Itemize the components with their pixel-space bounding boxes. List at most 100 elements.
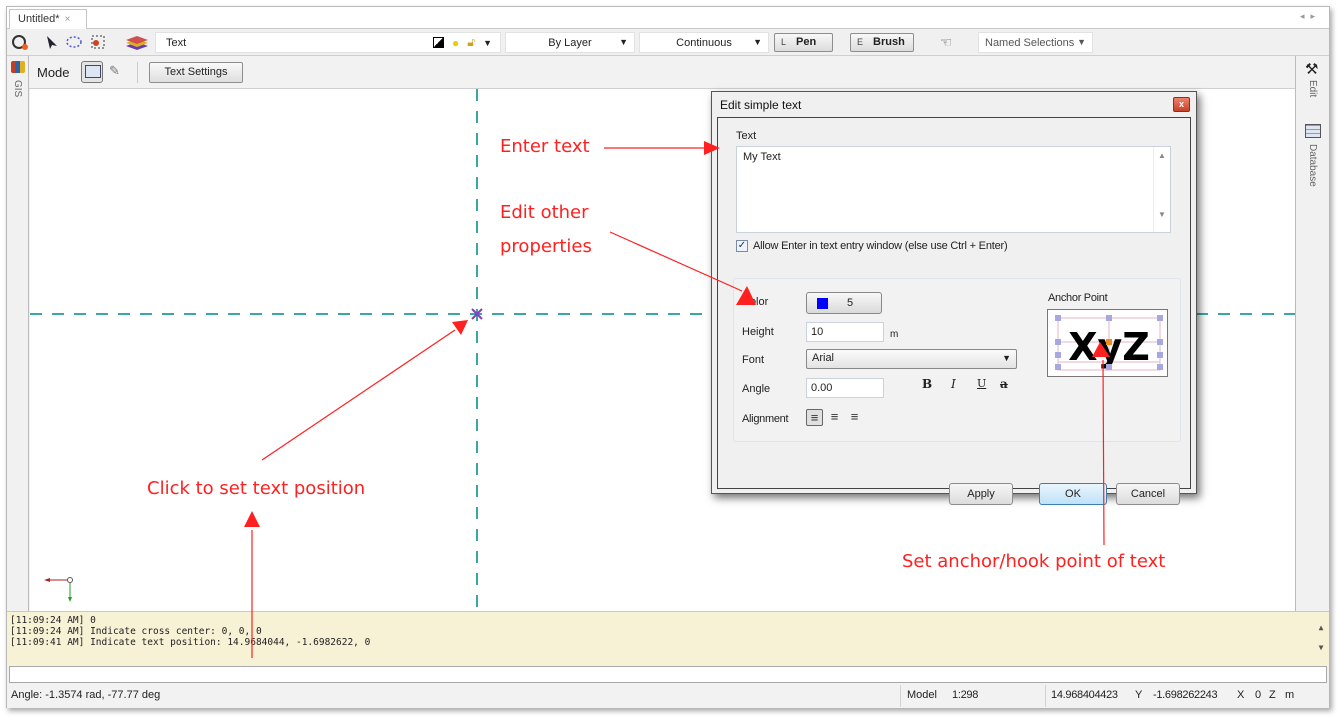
height-unit: m	[890, 329, 899, 340]
cancel-button[interactable]: Cancel	[1116, 483, 1180, 505]
text-settings-button[interactable]: Text Settings	[149, 62, 243, 83]
cad-application-window: Untitled* × ◂▸ Text ● 🔓︎ ▼ By Layer ▼ Co…	[6, 6, 1330, 708]
angle-label: Angle	[742, 383, 771, 395]
brush-label: Brush	[873, 36, 905, 48]
z-coordinate-value: 0	[1255, 689, 1262, 701]
text-entry-scrollbar[interactable]: ▲ ▼	[1153, 147, 1170, 232]
layer-fill-icon[interactable]	[433, 37, 445, 48]
command-history-log: [11:09:24 AM] 0 [11:09:24 AM] Indicate c…	[7, 611, 1329, 665]
chevron-down-icon[interactable]: ▼	[483, 38, 492, 48]
anchor-point-picker[interactable]: XyZ	[1047, 309, 1168, 377]
italic-button[interactable]: I	[951, 377, 956, 391]
document-tab-label: Untitled*	[18, 13, 60, 25]
selected-anchor-handle	[1106, 339, 1112, 345]
color-value: 5	[847, 297, 854, 309]
dialog-body: Text My Text ▲ ▼ ✓ Allow Enter in text en…	[717, 117, 1191, 505]
angle-input[interactable]: 0.00	[806, 378, 884, 398]
close-tab-icon[interactable]: ×	[65, 14, 71, 25]
font-value: Arial	[812, 352, 835, 364]
log-line: [11:09:41 AM] Indicate text position: 14…	[10, 637, 371, 648]
dialog-title: Edit simple text	[720, 98, 802, 112]
color-label: Color	[742, 296, 769, 308]
line-type-dropdown[interactable]: Continuous ▼	[639, 32, 769, 53]
height-input[interactable]: 10	[806, 322, 884, 342]
x-coordinate-label: X	[1237, 689, 1245, 701]
y-coordinate-label: Y	[1135, 689, 1143, 701]
select-window-icon[interactable]	[89, 33, 107, 51]
toolbar-separator	[137, 62, 138, 83]
text-mode-button[interactable]	[81, 61, 103, 83]
align-center-icon[interactable]: ≡	[826, 409, 843, 426]
edit-tools-icon[interactable]: ⚒	[1305, 60, 1318, 78]
apply-button[interactable]: Apply	[949, 483, 1013, 505]
snap-icon[interactable]	[11, 33, 29, 51]
current-layer-dropdown[interactable]: Text ● 🔓︎ ▼	[155, 32, 501, 53]
font-dropdown[interactable]: Arial ▼	[806, 349, 1017, 369]
status-separator	[1045, 685, 1046, 707]
database-icon[interactable]	[1305, 124, 1321, 138]
text-edit-mode-icon[interactable]: ✎	[109, 63, 120, 79]
status-separator	[900, 685, 901, 707]
document-tab-untitled[interactable]: Untitled* ×	[9, 9, 87, 29]
alignment-label: Alignment	[742, 413, 789, 425]
underline-button[interactable]: U	[977, 377, 986, 390]
chevron-down-icon: ▼	[753, 37, 762, 47]
mode-label: Mode	[37, 65, 70, 80]
log-scrollbar[interactable]: ▲ ▼	[1315, 618, 1327, 658]
strikethrough-button[interactable]: a	[1000, 377, 1008, 391]
ok-button[interactable]: OK	[1039, 483, 1107, 505]
allow-enter-checkbox[interactable]: ✓	[736, 240, 748, 252]
color-picker-button[interactable]: 5	[806, 292, 882, 314]
mode-bar: Mode ✎ Text Settings	[29, 56, 1295, 89]
brush-button[interactable]: E Brush	[850, 33, 914, 52]
database-tab[interactable]: Database	[1307, 144, 1318, 187]
pen-label: Pen	[796, 36, 817, 48]
log-line: [11:09:24 AM] Indicate cross center: 0, …	[10, 626, 262, 637]
bold-button[interactable]: B	[922, 377, 932, 391]
named-selections-value: Named Selections	[985, 37, 1075, 49]
lock-icon[interactable]: 🔓︎	[467, 35, 475, 50]
space-mode[interactable]: Model	[907, 689, 937, 701]
command-input[interactable]	[9, 666, 1327, 683]
dialog-close-button[interactable]: x	[1173, 97, 1190, 112]
line-color-dropdown[interactable]: By Layer ▼	[505, 32, 635, 53]
text-entry-value: My Text	[743, 151, 781, 163]
status-bar: Angle: -1.3574 rad, -77.77 deg Model 1:2…	[7, 684, 1329, 708]
tab-scroll-arrows-icon[interactable]: ◂▸	[1300, 11, 1321, 22]
named-selections-dropdown[interactable]: Named Selections ▼	[978, 32, 1093, 53]
edit-simple-text-dialog: Edit simple text x Text My Text ▲ ▼ ✓ All…	[711, 91, 1197, 505]
layers-icon[interactable]	[124, 33, 150, 51]
gis-tab[interactable]: GIS	[12, 80, 23, 97]
edit-tab[interactable]: Edit	[1307, 80, 1318, 97]
gis-icon[interactable]	[11, 61, 25, 73]
units-label: m	[1285, 689, 1295, 701]
hand-pointer-icon[interactable]: ☜	[933, 33, 959, 51]
align-right-icon[interactable]: ≡	[846, 409, 863, 426]
text-entry-field[interactable]: My Text ▲ ▼	[736, 146, 1171, 233]
pen-shortcut-key: L	[781, 37, 787, 47]
line-type-value: Continuous	[676, 37, 732, 49]
pen-button[interactable]: L Pen	[774, 33, 833, 52]
bulb-icon[interactable]: ●	[452, 36, 459, 50]
height-label: Height	[742, 326, 774, 338]
brush-shortcut-key: E	[857, 37, 864, 47]
select-arrow-icon[interactable]	[43, 33, 61, 51]
scale-readout[interactable]: 1:298	[952, 689, 978, 701]
annotation-click-position: Click to set text position	[147, 478, 366, 499]
chevron-down-icon: ▼	[1077, 37, 1086, 47]
annotation-edit-other-line1: Edit other	[500, 202, 589, 223]
annotation-enter-text: Enter text	[500, 136, 590, 157]
annotation-set-anchor: Set anchor/hook point of text	[902, 551, 1166, 572]
left-side-panel: GIS	[7, 56, 29, 611]
text-properties-group: Color 5 Height 10 m Font Arial ▼ Angle 0…	[733, 278, 1181, 442]
lasso-select-icon[interactable]	[65, 33, 83, 51]
chevron-down-icon: ▼	[619, 37, 628, 47]
anchor-point-label: Anchor Point	[1048, 292, 1108, 304]
align-left-icon[interactable]: ≡	[806, 409, 823, 426]
anchor-preview-text: XyZ	[1068, 325, 1150, 369]
angle-readout: Angle: -1.3574 rad, -77.77 deg	[11, 689, 161, 701]
right-side-panel: ⚒ Edit Database	[1295, 56, 1329, 611]
chevron-down-icon: ▼	[1002, 353, 1011, 363]
font-label: Font	[742, 354, 765, 366]
main-toolbar: Text ● 🔓︎ ▼ By Layer ▼ Continuous ▼ L Pen…	[7, 29, 1329, 56]
